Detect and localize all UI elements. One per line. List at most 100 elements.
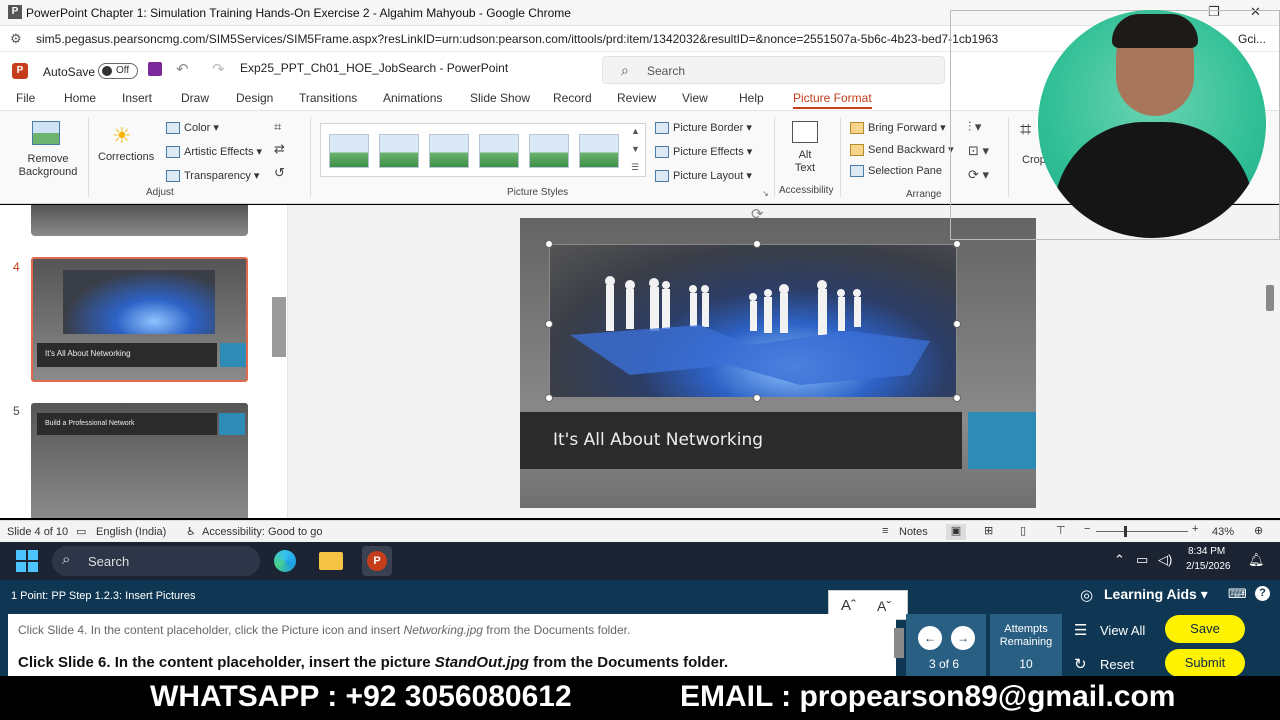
- resize-handle-right[interactable]: [953, 320, 961, 328]
- normal-view-icon[interactable]: ▣: [946, 524, 966, 540]
- tab-record[interactable]: Record: [553, 91, 592, 105]
- network-icon[interactable]: ▭: [1136, 552, 1148, 568]
- tab-draw[interactable]: Draw: [181, 91, 209, 105]
- color-button[interactable]: Color ▾: [166, 121, 219, 135]
- increase-font-button[interactable]: Aˆ: [841, 597, 856, 614]
- tab-home[interactable]: Home: [64, 91, 96, 105]
- tab-insert[interactable]: Insert: [122, 91, 152, 105]
- resize-handle-top[interactable]: [753, 240, 761, 248]
- file-explorer-icon[interactable]: [319, 552, 343, 570]
- slide-thumbnail-4[interactable]: It's All About Networking: [31, 257, 248, 382]
- fit-to-window-icon[interactable]: ⊕: [1254, 524, 1263, 537]
- clock-time[interactable]: 8:34 PM: [1188, 546, 1225, 557]
- resize-handle-left[interactable]: [545, 320, 553, 328]
- clock-date[interactable]: 2/15/2026: [1186, 561, 1231, 572]
- tab-picture-format[interactable]: Picture Format: [793, 91, 872, 109]
- windows-start-icon[interactable]: [16, 550, 38, 572]
- change-picture-icon[interactable]: ⇄: [274, 141, 285, 157]
- decrease-font-button[interactable]: Aˇ: [877, 598, 891, 614]
- alt-text-button[interactable]: Alt Text: [792, 149, 818, 175]
- previous-step-icon[interactable]: ←: [918, 626, 942, 650]
- slide-thumbnail-5[interactable]: Build a Professional Network: [31, 403, 248, 518]
- resize-handle-bl[interactable]: [545, 394, 553, 402]
- notes-button[interactable]: Notes: [899, 526, 928, 538]
- save-button[interactable]: Save: [1165, 615, 1245, 643]
- slide-thumbnail-3[interactable]: [31, 205, 248, 236]
- reset-picture-icon[interactable]: ↺: [274, 165, 285, 181]
- dialog-launcher-icon[interactable]: ↘: [762, 189, 769, 198]
- picture-layout-button[interactable]: Picture Layout ▾: [655, 169, 752, 183]
- slide-title-text[interactable]: It's All About Networking: [553, 430, 763, 450]
- corrections-button[interactable]: Corrections: [98, 151, 154, 163]
- zoom-out-icon[interactable]: −: [1084, 523, 1090, 535]
- resize-handle-br[interactable]: [953, 394, 961, 402]
- picture-style-2[interactable]: [379, 134, 419, 168]
- tab-transitions[interactable]: Transitions: [299, 91, 357, 105]
- autosave-toggle[interactable]: Off: [98, 63, 138, 79]
- picture-style-6[interactable]: [579, 134, 619, 168]
- tab-help[interactable]: Help: [739, 91, 764, 105]
- tab-design[interactable]: Design: [236, 91, 273, 105]
- zoom-slider-thumb[interactable]: [1124, 526, 1127, 537]
- picture-style-3[interactable]: [429, 134, 469, 168]
- picture-effects-button[interactable]: Picture Effects ▾: [655, 145, 752, 159]
- picture-style-5[interactable]: [529, 134, 569, 168]
- url-text[interactable]: sim5.pegasus.pearsoncmg.com/SIM5Services…: [36, 32, 998, 46]
- slide-title-placeholder[interactable]: It's All About Networking: [520, 412, 962, 469]
- networking-picture[interactable]: [549, 244, 957, 398]
- reading-view-icon[interactable]: ▯: [1020, 524, 1026, 537]
- language-indicator[interactable]: English (India): [96, 526, 166, 538]
- compress-pictures-icon[interactable]: ⌗: [274, 119, 281, 135]
- save-icon[interactable]: [148, 62, 162, 76]
- keyboard-icon[interactable]: ⌨: [1228, 586, 1247, 602]
- canvas-scrollbar[interactable]: [1266, 285, 1274, 311]
- site-settings-icon[interactable]: ⚙: [10, 31, 22, 47]
- rotate-handle-icon[interactable]: ⟳: [751, 205, 764, 223]
- zoom-slider[interactable]: [1096, 531, 1188, 532]
- slideshow-view-icon[interactable]: ⊤: [1056, 524, 1066, 537]
- next-step-icon[interactable]: →: [951, 626, 975, 650]
- picture-style-4[interactable]: [479, 134, 519, 168]
- resize-handle-bottom[interactable]: [753, 394, 761, 402]
- reset-icon: ↻: [1074, 656, 1087, 673]
- tab-animations[interactable]: Animations: [383, 91, 442, 105]
- slide-sorter-icon[interactable]: ⊞: [984, 524, 993, 537]
- selection-pane-button[interactable]: Selection Pane: [850, 165, 942, 178]
- instructions-scrollbar[interactable]: [894, 628, 904, 658]
- picture-style-1[interactable]: [329, 134, 369, 168]
- tab-file[interactable]: File: [16, 91, 35, 105]
- gallery-scroll-up-icon[interactable]: ▲: [631, 126, 640, 136]
- artistic-effects-button[interactable]: Artistic Effects ▾: [166, 145, 262, 159]
- tab-slide-show[interactable]: Slide Show: [470, 91, 530, 105]
- picture-border-button[interactable]: Picture Border ▾: [655, 121, 752, 135]
- transparency-button[interactable]: Transparency ▾: [166, 169, 259, 183]
- tab-view[interactable]: View: [682, 91, 708, 105]
- slides-panel-scrollbar[interactable]: [272, 297, 286, 357]
- bring-forward-button[interactable]: Bring Forward ▾: [850, 121, 946, 135]
- zoom-level[interactable]: 43%: [1212, 526, 1234, 538]
- undo-icon[interactable]: ↶: [176, 60, 189, 78]
- resize-handle-tr[interactable]: [953, 240, 961, 248]
- gallery-more-icon[interactable]: ☰: [631, 162, 639, 173]
- send-backward-button[interactable]: Send Backward ▾: [850, 143, 954, 157]
- spelling-check-icon[interactable]: ▭: [76, 525, 86, 538]
- view-all-button[interactable]: View All: [1100, 623, 1145, 638]
- accessibility-status[interactable]: Accessibility: Good to go: [202, 526, 322, 538]
- resize-handle-tl[interactable]: [545, 240, 553, 248]
- zoom-in-icon[interactable]: +: [1192, 523, 1198, 535]
- edge-icon[interactable]: [274, 550, 296, 572]
- remove-background-button[interactable]: Remove Background: [18, 153, 78, 179]
- ppt-search-box[interactable]: ⌕ Search: [602, 56, 945, 84]
- tab-review[interactable]: Review: [617, 91, 656, 105]
- redo-icon[interactable]: ↷: [212, 60, 225, 78]
- volume-icon[interactable]: ◁): [1158, 552, 1172, 568]
- powerpoint-taskbar-button[interactable]: P: [362, 546, 392, 576]
- learning-aids-button[interactable]: Learning Aids ▾: [1104, 586, 1208, 603]
- reset-button[interactable]: Reset: [1100, 657, 1134, 672]
- gallery-scroll-down-icon[interactable]: ▼: [631, 144, 640, 154]
- taskbar-search[interactable]: ⌕ Search: [52, 546, 260, 576]
- help-icon[interactable]: ?: [1255, 586, 1270, 601]
- tray-chevron-icon[interactable]: ⌃: [1114, 552, 1125, 568]
- submit-button[interactable]: Submit: [1165, 649, 1245, 677]
- notifications-icon[interactable]: 🔔︎: [1248, 552, 1265, 568]
